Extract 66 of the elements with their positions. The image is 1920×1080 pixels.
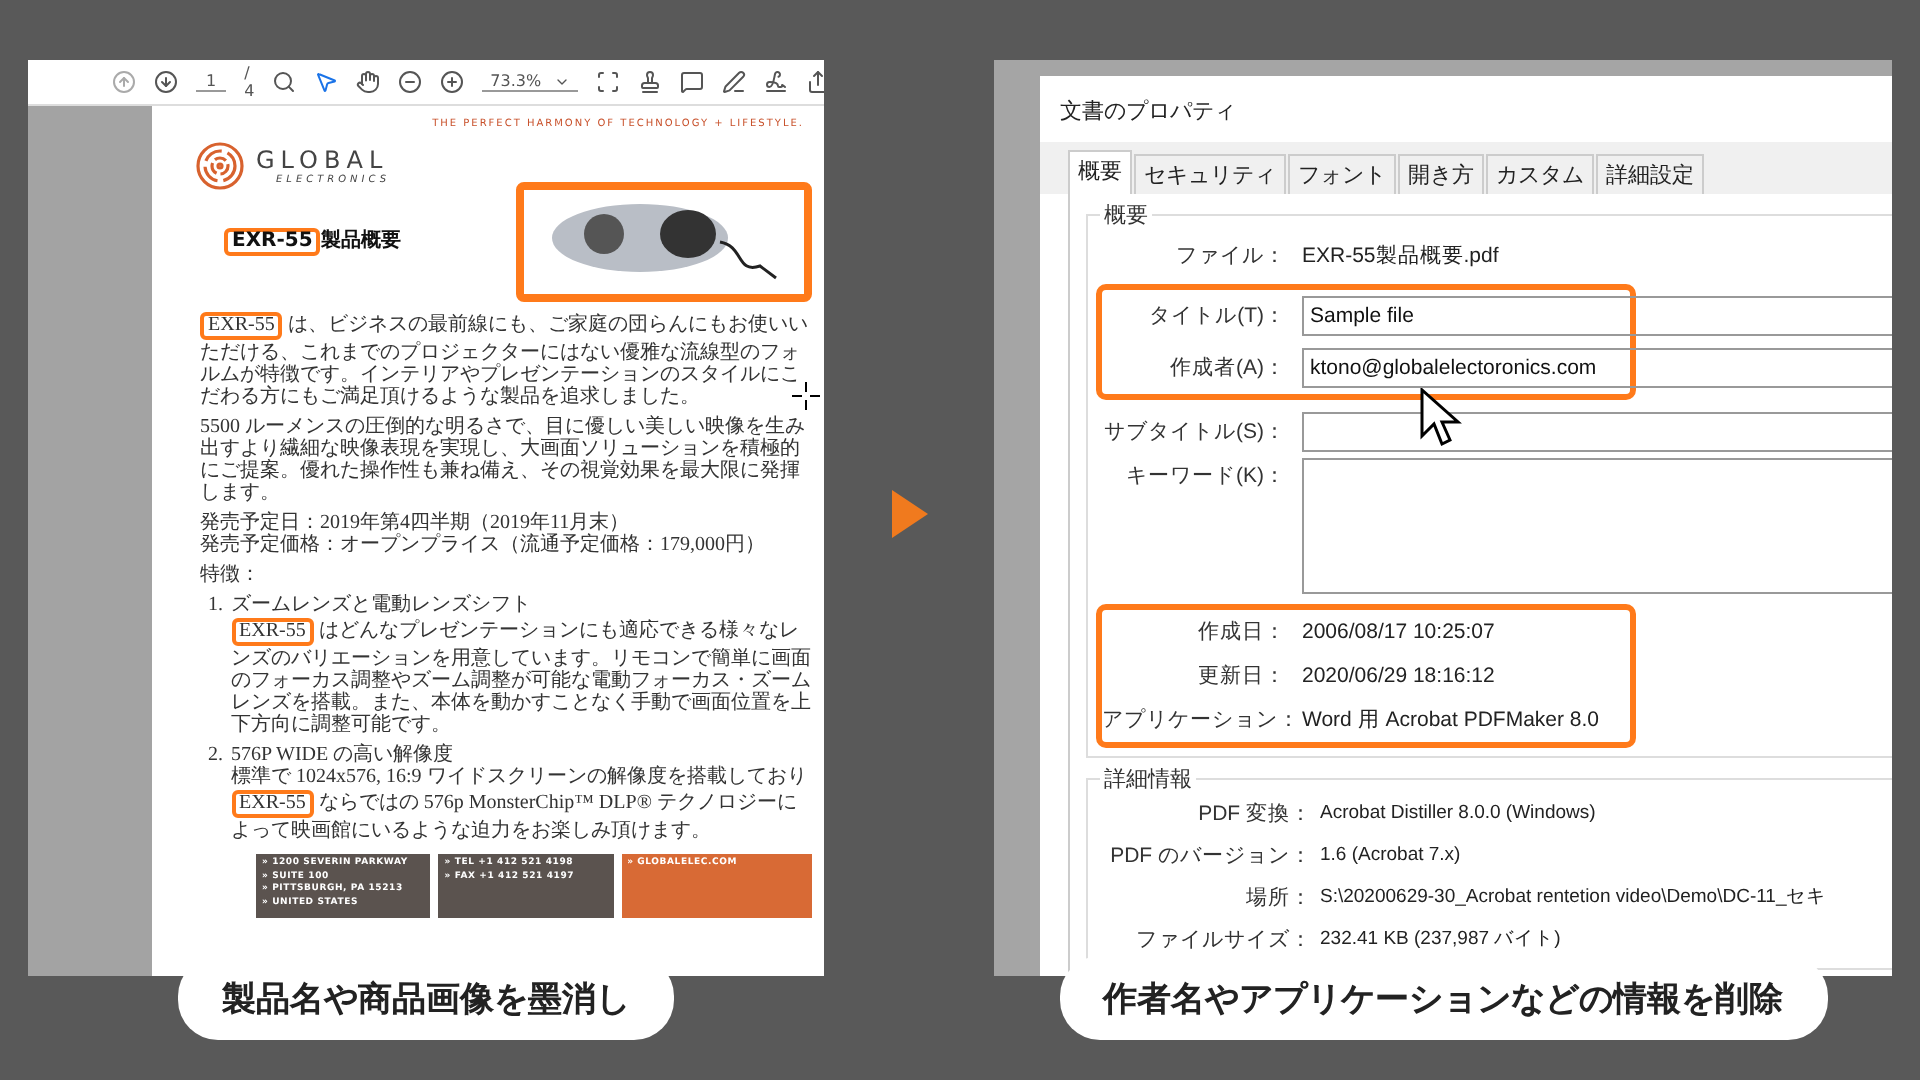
hand-icon[interactable]: [356, 70, 381, 94]
paragraph: EXR-55 は、ビジネスの最前線にも、ご家庭の団らんにもお使いいただける、これまでのプロジェクターにはない優雅な流線型のフォルムが特徴です。インテリアやプレゼンテーションのスタイルにこだわる方にもご満足頂けるような製品を追求しました。: [200, 310, 810, 408]
feature-title: 576P WIDE の高い解像度: [231, 744, 456, 766]
list-number: 2.: [208, 744, 223, 770]
caption: 作者名やアプリケーションなどの情報を削除: [1059, 956, 1827, 1040]
stamp-icon[interactable]: [637, 70, 662, 94]
release-line: 発売予定価格：オープンプライス（流通予定価格：179,000円）: [200, 534, 767, 556]
field-value: 232.41 KB (237,987 バイト): [1320, 926, 1563, 952]
field-label: サブタイトル(S)：: [1102, 418, 1286, 446]
page-number-field[interactable]: 1: [196, 72, 227, 92]
field-value: 2020/06/29 18:16:12: [1302, 664, 1497, 688]
zoom-in-icon[interactable]: [440, 70, 465, 94]
page-count: / 4: [244, 64, 255, 100]
crosshair-cursor-icon: [792, 382, 820, 410]
pointer-icon[interactable]: [314, 70, 339, 94]
features-label: 特徴：: [200, 564, 262, 586]
field-label: タイトル(T)：: [1147, 302, 1286, 330]
search-icon[interactable]: [272, 70, 297, 94]
page-down-icon[interactable]: [154, 70, 178, 94]
paragraph: 5500 ルーメンスの圧倒的な明るさで、目に優しい美しい映像を生み出すより繊細な映像表現を実現し、大画面ソリューションを積極的にご提案。優れた操作性も兼ね備え、その視覚効果を最大限に発揮します。: [200, 416, 807, 504]
field-label: 更新日：: [1196, 662, 1286, 690]
comment-icon[interactable]: [679, 70, 704, 94]
tab[interactable]: フォント: [1288, 154, 1396, 194]
field-label: ファイル：: [1174, 242, 1286, 270]
pen-icon[interactable]: [721, 70, 746, 94]
field-value: EXR-55製品概要.pdf: [1302, 242, 1501, 270]
field-label: キーワード(K)：: [1124, 462, 1286, 490]
signature-icon[interactable]: [763, 70, 788, 94]
fit-page-icon[interactable]: [595, 70, 620, 94]
field-label: 作成者(A)：: [1168, 354, 1286, 382]
tab[interactable]: セキュリティ: [1134, 154, 1286, 194]
field-value: S:\20200629-30_Acrobat rentetion video\Demo\DC-11_セキ: [1320, 884, 1829, 910]
field-value: Acrobat Distiller 8.0.0 (Windows): [1320, 802, 1598, 824]
zoom-out-icon[interactable]: [398, 70, 423, 94]
input-field[interactable]: [1302, 458, 1892, 594]
field-label: PDF のバージョン：: [1108, 841, 1312, 869]
field-value: 1.6 (Acrobat 7.x): [1320, 844, 1463, 866]
field-label: PDF 変換：: [1196, 799, 1312, 827]
group-label: 概要: [1100, 200, 1152, 230]
tab[interactable]: 開き方: [1398, 154, 1484, 194]
field-value: Word 用 Acrobat PDFMaker 8.0: [1302, 706, 1602, 734]
field-label: アプリケーション：: [1102, 706, 1286, 734]
tab[interactable]: 概要: [1068, 150, 1132, 194]
group-label: 詳細情報: [1100, 764, 1196, 794]
feature-text: EXR-55 はどんなプレゼンテーションにも適応できる様々なレンズのバリエーションを用意しています。リモコンで簡単に画面のフォーカス調整やズーム調整が可能な電動フォーカス・ズームレンズを搭載。また、本体を動かすことなく手動で画面位置を上下方向に調整可能です。: [231, 616, 812, 736]
list-number: 1.: [208, 594, 223, 620]
tab[interactable]: カスタム: [1486, 154, 1594, 194]
logo-name: GLOBAL: [256, 146, 391, 174]
input-field[interactable]: ktono@globalelectoronics.com: [1302, 348, 1892, 388]
feature-title: ズームレンズと電動レンズシフト: [231, 594, 533, 616]
document-heading: EXR-55 製品概要: [224, 226, 401, 258]
field-label: ファイルサイズ：: [1134, 925, 1312, 953]
input-field[interactable]: [1302, 412, 1892, 452]
input-field[interactable]: Sample file: [1302, 296, 1892, 336]
logo-icon: [196, 142, 244, 190]
field-value: 2006/08/17 10:25:07: [1302, 620, 1497, 644]
field-label: 作成日：: [1196, 618, 1286, 646]
tab[interactable]: 詳細設定: [1596, 154, 1704, 194]
share-icon[interactable]: [805, 70, 824, 94]
right-arrow-icon: [891, 490, 927, 538]
feature-text: 標準で 1024x576, 16:9 ワイドスクリーンの解像度を搭載しており EXR-55 ならではの 576p MonsterChip™ DLP® テクノロジーによって映画館にいるような迫力をお楽しみ頂けます。: [231, 766, 809, 842]
dialog-title: 文書のプロパティ: [1058, 97, 1238, 128]
zoom-dropdown[interactable]: 73.3%: [482, 72, 578, 92]
field-label: 場所：: [1244, 883, 1312, 911]
release-line: 発売予定日：2019年第4四半期（2019年11月末）: [200, 512, 630, 534]
mouse-cursor-icon: [1420, 388, 1464, 448]
